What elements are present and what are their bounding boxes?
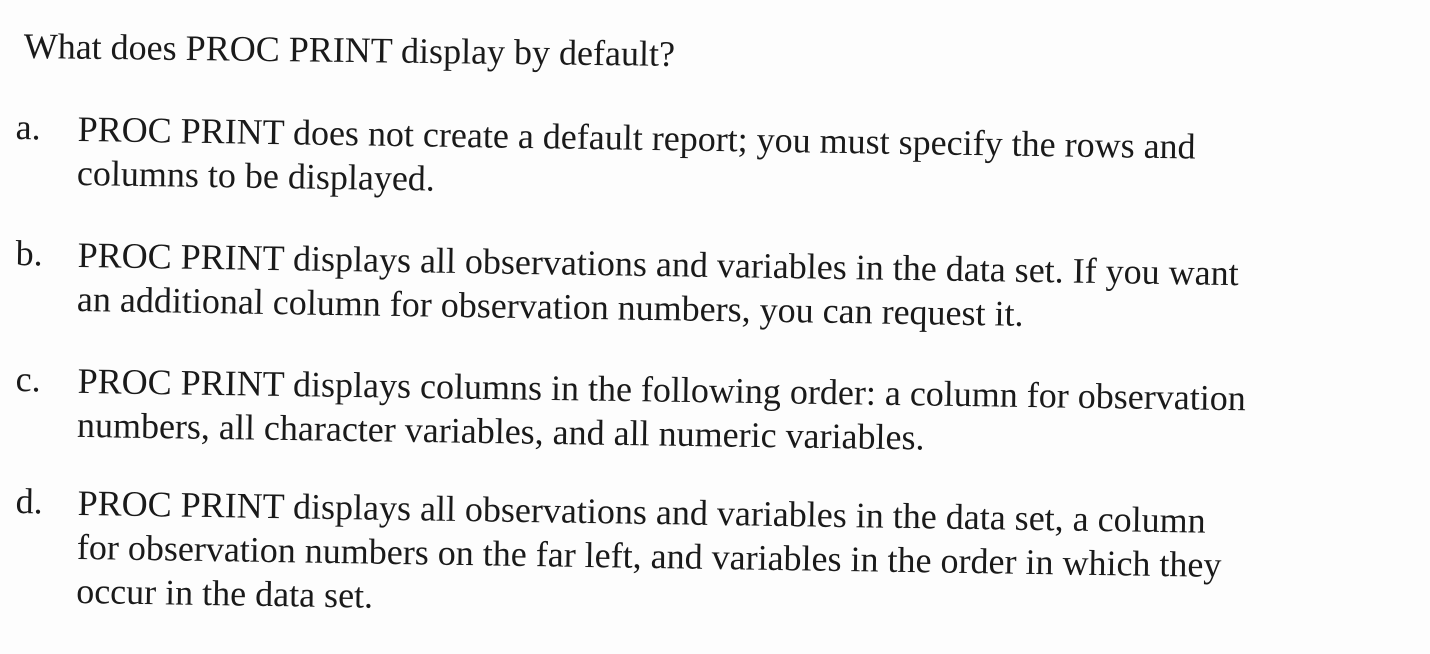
option-b-text: PROC PRINT displays all observations and… — [77, 233, 1418, 342]
question-text: What does PROC PRINT display by default? — [23, 26, 676, 74]
option-c: c. PROC PRINT displays columns in the fo… — [15, 358, 1416, 457]
option-a-letter: a. — [15, 106, 41, 148]
option-a-text: PROC PRINT does not create a default rep… — [77, 107, 1418, 216]
option-d: d. PROC PRINT displays all observations … — [15, 480, 1416, 616]
option-b: b. PROC PRINT displays all observations … — [15, 232, 1416, 334]
option-c-letter: c. — [15, 358, 41, 400]
scanned-page: What does PROC PRINT display by default?… — [0, 0, 1430, 654]
option-d-text: PROC PRINT displays all observations and… — [76, 481, 1418, 634]
option-c-text: PROC PRINT displays columns in the follo… — [77, 359, 1418, 467]
option-d-letter: d. — [15, 480, 43, 522]
option-a: a. PROC PRINT does not create a default … — [15, 106, 1416, 199]
option-b-letter: b. — [15, 232, 43, 274]
